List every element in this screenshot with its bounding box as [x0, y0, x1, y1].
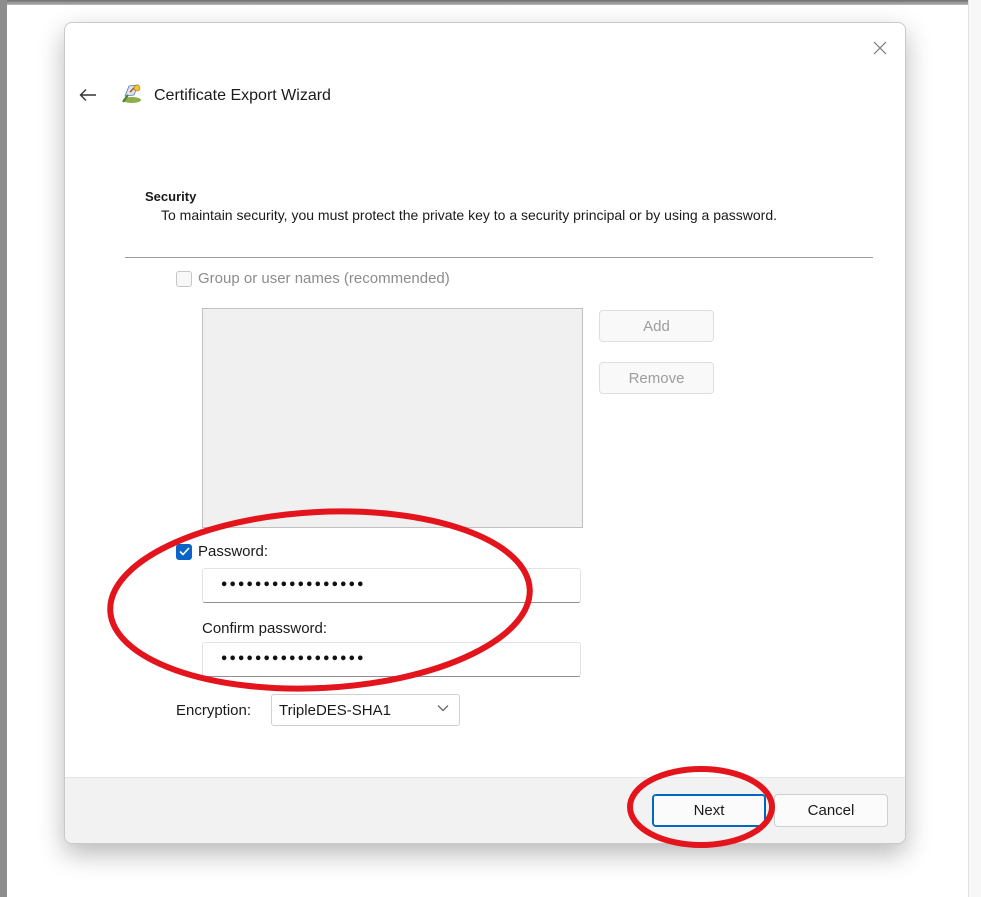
group-or-user-names-checkbox[interactable] — [176, 270, 192, 287]
encryption-selected-value: TripleDES-SHA1 — [279, 701, 391, 719]
password-option[interactable]: Password: — [176, 543, 268, 560]
background-window-left-edge — [0, 0, 7, 897]
next-button[interactable]: Next — [652, 794, 766, 827]
background-window-top-edge — [0, 0, 981, 5]
certificate-export-wizard-dialog: Certificate Export Wizard Security To ma… — [64, 22, 906, 844]
close-button[interactable] — [867, 35, 893, 61]
add-button[interactable]: Add — [599, 310, 714, 342]
section-description: To maintain security, you must protect t… — [161, 207, 778, 223]
certificate-wizard-icon — [122, 84, 141, 103]
header-separator — [125, 257, 873, 258]
background-window-right-edge — [968, 0, 981, 897]
password-checkbox[interactable] — [176, 543, 192, 560]
remove-button[interactable]: Remove — [599, 362, 714, 394]
close-icon — [873, 41, 887, 55]
wizard-title: Certificate Export Wizard — [154, 87, 331, 104]
encryption-dropdown[interactable]: TripleDES-SHA1 — [271, 694, 460, 726]
checkmark-icon — [178, 547, 190, 556]
encryption-label: Encryption: — [176, 702, 252, 719]
back-button[interactable] — [76, 83, 100, 107]
group-or-user-names-label: Group or user names (recommended) — [198, 270, 450, 287]
password-label: Password: — [198, 543, 269, 560]
group-or-user-names-option[interactable]: Group or user names (recommended) — [176, 270, 450, 287]
principal-list[interactable] — [202, 308, 583, 528]
chevron-down-icon — [437, 705, 449, 712]
password-field[interactable]: ••••••••••••••••• — [202, 568, 581, 603]
confirm-password-field[interactable]: ••••••••••••••••• — [202, 642, 581, 677]
confirm-password-label: Confirm password: — [202, 620, 328, 637]
section-heading: Security — [145, 189, 197, 204]
cancel-button[interactable]: Cancel — [774, 794, 888, 827]
back-arrow-icon — [79, 89, 96, 101]
